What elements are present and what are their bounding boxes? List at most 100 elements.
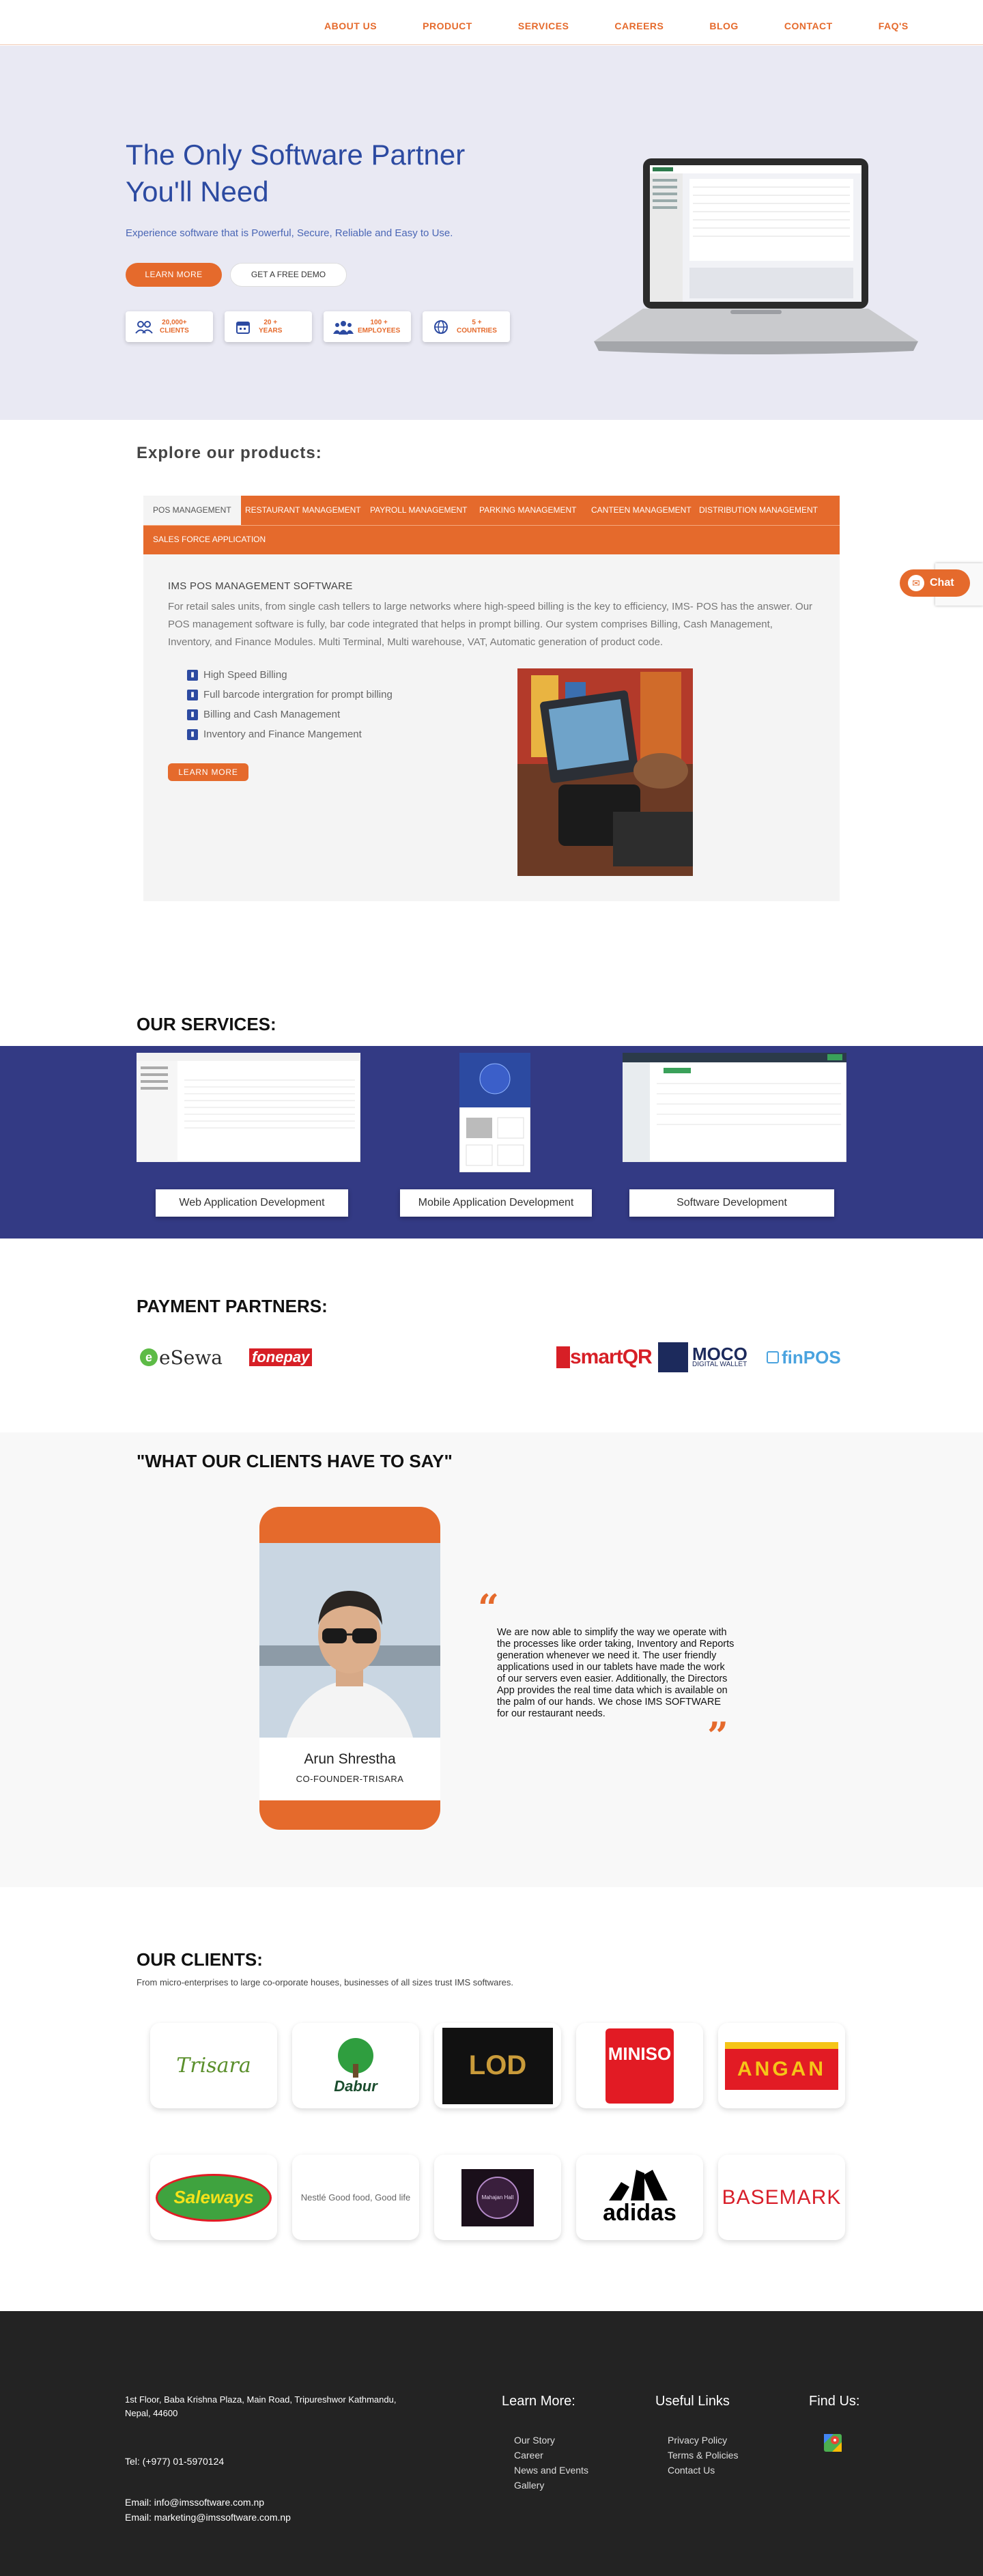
- esewa-text: eSewa: [159, 1346, 223, 1369]
- adidas-stripes-icon: [609, 2170, 668, 2200]
- client-miniso: MINISO: [576, 2023, 703, 2108]
- products-panel: POS MANAGEMENT RESTAURANT MANAGEMENT PAY…: [143, 496, 840, 901]
- footer-email-info[interactable]: Email: info@imssoftware.com.np: [125, 2497, 264, 2508]
- products-title: Explore our products:: [137, 444, 322, 462]
- services-title: OUR SERVICES:: [137, 1014, 276, 1034]
- testimonial-role: CO-FOUNDER-TRISARA: [296, 1774, 404, 1784]
- service-software-dev[interactable]: Software Development: [629, 1189, 834, 1217]
- moco-text: MOCO: [692, 1344, 747, 1364]
- chat-button[interactable]: ✉ Chat: [900, 569, 970, 597]
- smartqr-icon: [556, 1346, 570, 1368]
- footer-link-our-story[interactable]: Our Story: [514, 2435, 555, 2446]
- tab-canteen-management[interactable]: CANTEEN MANAGEMENT: [582, 496, 701, 525]
- footer-link-privacy[interactable]: Privacy Policy: [668, 2435, 727, 2446]
- fonepay-text: fonepay: [249, 1348, 313, 1366]
- laptop-image: [594, 158, 918, 354]
- tab-parking-management[interactable]: PARKING MANAGEMENT: [470, 496, 586, 525]
- pos-terminal-image: [517, 668, 693, 876]
- client-dabur-logo: Dabur: [334, 2077, 377, 2095]
- messenger-icon: ✉: [908, 575, 924, 591]
- finpos-text: finPOS: [782, 1346, 841, 1368]
- feature-label: Billing and Cash Management: [203, 709, 341, 720]
- footer-link-news-events[interactable]: News and Events: [514, 2465, 588, 2476]
- tab-pos-management[interactable]: POS MANAGEMENT: [143, 496, 241, 525]
- client-adidas: adidas: [576, 2155, 703, 2240]
- nav-about-us[interactable]: ABOUT US: [324, 20, 377, 31]
- nav-contact[interactable]: CONTACT: [784, 20, 833, 31]
- client-angan-logo: ANGAN: [725, 2041, 838, 2090]
- software-screenshot: [623, 1053, 846, 1162]
- stat-employees: 100 + EMPLOYEES: [324, 311, 411, 342]
- client-angan: ANGAN: [718, 2023, 845, 2108]
- footer-link-contact[interactable]: Contact Us: [668, 2465, 715, 2476]
- nav-faqs[interactable]: FAQ'S: [879, 20, 909, 31]
- stat-value: 5 +: [472, 318, 482, 326]
- clients-title: OUR CLIENTS:: [137, 1949, 263, 1970]
- stat-years: 20 + YEARS: [225, 311, 312, 342]
- moco-logo: MOCO DIGITAL WALLET: [658, 1342, 747, 1372]
- client-mahajan-logo: Mahajan Hall: [476, 2176, 519, 2219]
- testimonial-name: Arun Shrestha: [304, 1751, 396, 1767]
- stat-label: YEARS: [259, 326, 283, 335]
- free-demo-button[interactable]: GET A FREE DEMO: [230, 263, 347, 287]
- services-band: Web Application Development Mobile Appli…: [0, 1046, 983, 1239]
- product-description: For retail sales units, from single cash…: [168, 601, 813, 648]
- stat-value: 20 +: [263, 318, 278, 326]
- stat-label: COUNTRIES: [457, 326, 497, 335]
- payment-title: PAYMENT PARTNERS:: [137, 1296, 328, 1316]
- product-learn-more-button[interactable]: LEARN MORE: [168, 763, 248, 781]
- globe-icon: [432, 320, 450, 335]
- footer-useful-links-heading: Useful Links: [655, 2394, 730, 2409]
- client-saleways: Saleways: [150, 2155, 277, 2240]
- service-web-app[interactable]: Web Application Development: [156, 1189, 348, 1217]
- stat-countries: 5 + COUNTRIES: [423, 311, 510, 342]
- esewa-logo: e eSewa: [140, 1343, 223, 1372]
- finpos-logo: finPOS: [767, 1343, 841, 1372]
- hero-section: The Only Software Partner You'll Need Ex…: [0, 46, 983, 420]
- nav-services[interactable]: SERVICES: [518, 20, 569, 31]
- finpos-icon: [767, 1351, 779, 1363]
- nav-careers[interactable]: CAREERS: [614, 20, 664, 31]
- stat-value: 100 +: [370, 318, 388, 326]
- map-pin-icon[interactable]: [823, 2433, 843, 2453]
- footer-tel[interactable]: Tel: (+977) 01-5970124: [125, 2456, 224, 2467]
- nav-blog[interactable]: BLOG: [709, 20, 738, 31]
- footer-find-us-heading: Find Us:: [809, 2394, 860, 2409]
- footer: 1st Floor, Baba Krishna Plaza, Main Road…: [0, 2311, 983, 2576]
- learn-more-button[interactable]: LEARN MORE: [126, 263, 222, 287]
- smartqr-logo: smartQR: [556, 1343, 653, 1372]
- testimonial-name-box: [259, 1738, 440, 1800]
- tab-payroll-management[interactable]: PAYROLL MANAGEMENT: [360, 496, 476, 525]
- clients-subtitle: From micro-enterprises to large co-orpor…: [137, 1977, 513, 1987]
- testimonial-band: [0, 1432, 983, 1887]
- testimonial-card: Arun Shrestha CO-FOUNDER-TRISARA: [259, 1507, 440, 1830]
- tab-sales-force-application[interactable]: SALES FORCE APPLICATION: [143, 525, 275, 554]
- footer-link-career[interactable]: Career: [514, 2450, 543, 2461]
- footer-link-terms[interactable]: Terms & Policies: [668, 2450, 738, 2461]
- footer-email-marketing[interactable]: Email: marketing@imssoftware.com.np: [125, 2512, 291, 2523]
- client-mahajan: Mahajan Hall: [434, 2155, 561, 2240]
- stat-label: CLIENTS: [160, 326, 189, 335]
- top-nav: ABOUT US PRODUCT SERVICES CAREERS BLOG C…: [0, 0, 983, 45]
- feature-icon: ▮: [187, 669, 198, 681]
- testimonial-quote: We are now able to simplify the way we o…: [497, 1627, 735, 1719]
- feature-item: ▮ High Speed Billing: [187, 669, 287, 681]
- feature-item: ▮ Full barcode intergration for prompt bi…: [187, 689, 393, 700]
- stats-row: 20,000+ CLIENTS 20 + YEARS 100 + EMPLOYEES …: [126, 311, 510, 342]
- client-saleways-logo: Saleways: [173, 2187, 254, 2207]
- nav-product[interactable]: PRODUCT: [423, 20, 472, 31]
- stat-label: EMPLOYEES: [358, 326, 401, 335]
- client-trisara-logo: Trisara: [176, 2054, 251, 2078]
- client-basemark-logo: BASEMARK: [722, 2185, 842, 2209]
- feature-icon: ▮: [187, 709, 198, 720]
- footer-address: 1st Floor, Baba Krishna Plaza, Main Road…: [125, 2394, 397, 2418]
- page: ABOUT US PRODUCT SERVICES CAREERS BLOG C…: [0, 0, 983, 2576]
- feature-icon: ▮: [187, 728, 198, 740]
- hero-title: The Only Software Partner You'll Need: [126, 139, 466, 208]
- stat-clients: 20,000+ CLIENTS: [126, 311, 213, 342]
- feature-label: Full barcode intergration for prompt bil…: [203, 689, 393, 700]
- footer-link-gallery[interactable]: Gallery: [514, 2480, 544, 2491]
- service-mobile-app[interactable]: Mobile Application Development: [400, 1189, 592, 1217]
- tab-distribution-management[interactable]: DISTRIBUTION MANAGEMENT: [689, 496, 827, 525]
- tab-restaurant-management[interactable]: RESTAURANT MANAGEMENT: [236, 496, 371, 525]
